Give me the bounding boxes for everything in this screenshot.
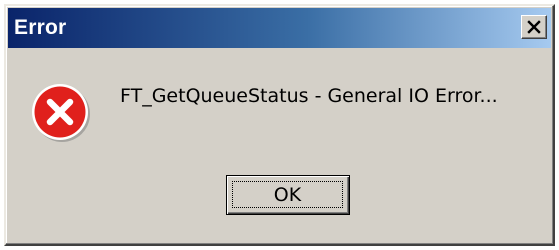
window-title: Error: [14, 16, 67, 39]
ok-button-label: OK: [273, 183, 302, 206]
error-icon: [32, 84, 90, 142]
ok-button[interactable]: OK: [226, 175, 350, 215]
error-dialog: Error FT_GetQueueStatus - General IO Err…: [4, 4, 555, 246]
close-icon: [527, 20, 541, 34]
close-button[interactable]: [521, 15, 547, 39]
focus-rectangle: OK: [232, 181, 343, 208]
error-message: FT_GetQueueStatus - General IO Error...: [120, 85, 498, 107]
title-bar[interactable]: Error: [8, 8, 551, 48]
